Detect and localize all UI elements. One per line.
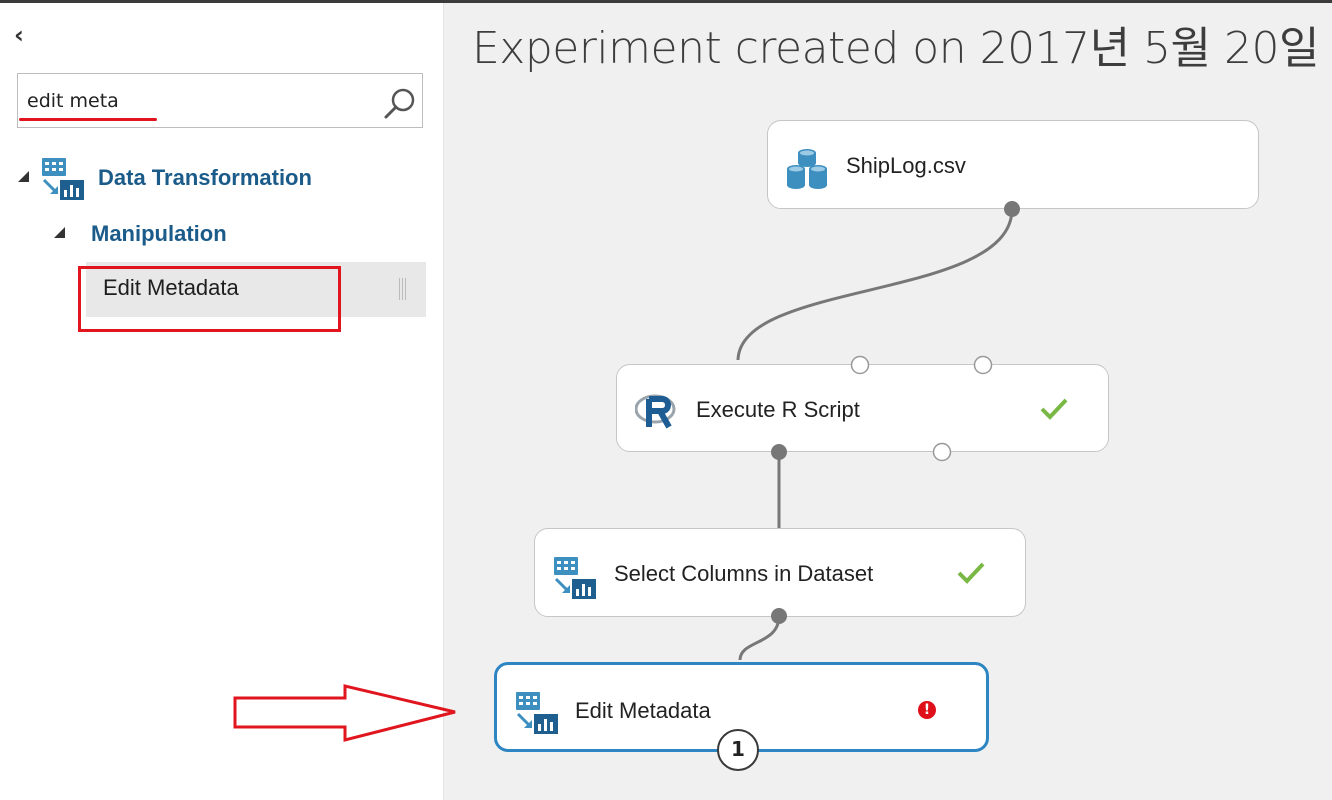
success-check-icon (957, 562, 985, 584)
output-port[interactable] (769, 442, 789, 462)
success-check-icon (1040, 398, 1068, 420)
module-label: Select Columns in Dataset (614, 561, 874, 586)
data-transform-icon (516, 692, 558, 734)
output-port[interactable] (1002, 199, 1022, 219)
module-label: Edit Metadata (575, 698, 711, 723)
module-shiplog-csv[interactable]: ShipLog.csv (767, 120, 1259, 209)
output-port-badge[interactable]: 1 (717, 729, 759, 771)
module-execute-r-script[interactable]: Execute R Script (616, 364, 1109, 452)
r-script-icon (635, 394, 676, 429)
dataset-icon (787, 149, 827, 189)
module-select-columns[interactable]: Select Columns in Dataset (534, 528, 1026, 617)
module-label: Execute R Script (696, 397, 860, 422)
input-port[interactable] (972, 354, 994, 376)
output-port[interactable] (769, 606, 789, 626)
connector-shiplog-to-r (736, 208, 1014, 361)
output-port[interactable] (931, 441, 953, 463)
module-label: ShipLog.csv (846, 153, 966, 178)
input-port[interactable] (849, 354, 871, 376)
data-transform-icon (554, 557, 596, 599)
annotation-arrow (233, 684, 456, 742)
error-icon[interactable]: ! (918, 701, 936, 719)
